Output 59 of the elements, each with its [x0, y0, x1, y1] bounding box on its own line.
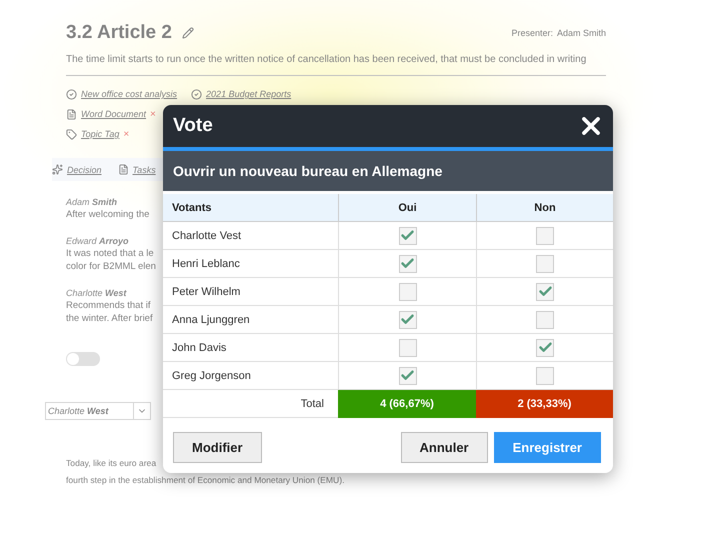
paragraph-text: Today, like its euro area — [66, 458, 156, 468]
vote-checkbox[interactable] — [536, 366, 554, 384]
modify-button[interactable]: Modifier — [173, 432, 262, 463]
vote-checkbox[interactable] — [536, 310, 554, 328]
remove-icon[interactable]: × — [150, 108, 156, 120]
vote-total: 2 (33,33%) — [476, 390, 613, 418]
comment-author: Edward Arroyo — [66, 236, 129, 246]
author-dropdown[interactable]: Charlotte West — [45, 402, 151, 420]
dialog-title: Vote — [173, 115, 213, 137]
voter-name: Charlotte Vest — [163, 222, 338, 250]
vote-checkbox[interactable] — [536, 226, 554, 244]
column-header: Non — [476, 194, 613, 222]
check-circle-icon — [66, 88, 77, 100]
section-link[interactable]: Decision — [67, 164, 102, 174]
attachment-link[interactable]: Word Document — [81, 109, 146, 119]
vote-question: Ouvrir un nouveau bureau en Allemagne — [163, 151, 613, 191]
vote-checkbox[interactable] — [398, 310, 416, 328]
presenter-name: Adam Smith — [556, 28, 606, 38]
sparkle-icon — [52, 164, 63, 175]
presenter-label: Presenter: — [511, 28, 553, 38]
vote-checkbox[interactable] — [398, 282, 416, 300]
vote-checkbox[interactable] — [536, 338, 554, 356]
comment-text: color for B2MML elen — [66, 261, 156, 272]
column-header: Oui — [338, 194, 476, 222]
comment-text: It was noted that a le — [66, 248, 154, 259]
toggle-switch[interactable] — [66, 352, 100, 366]
voter-name: John Davis — [163, 334, 338, 362]
vote-total: 4 (66,67%) — [338, 390, 476, 418]
vote-checkbox[interactable] — [398, 338, 416, 356]
voter-name: Henri Leblanc — [163, 250, 338, 278]
save-button[interactable]: Enregistrer — [494, 432, 601, 463]
vote-checkbox[interactable] — [536, 254, 554, 272]
comment-text: Recommends that if — [66, 300, 150, 311]
tag-icon — [66, 128, 77, 140]
column-header: Votants — [163, 194, 338, 222]
voter-name: Peter Wilhelm — [163, 278, 338, 306]
document-icon — [118, 164, 129, 175]
description-text: The time limit starts to run once the written notice of cancellation has been received, that must be concluded in writing — [66, 54, 586, 65]
edit-icon[interactable] — [182, 27, 194, 39]
section-heading: 3.2 Article 2 — [66, 22, 172, 44]
comment-text: the winter. After brief — [66, 313, 153, 324]
voter-name: Greg Jorgenson — [163, 362, 338, 390]
comment-text: After welcoming the — [66, 209, 150, 220]
paragraph-text: fourth step in the establishment of Economic and Monetary Union (EMU). — [66, 475, 344, 485]
vote-checkbox[interactable] — [398, 254, 416, 272]
vote-checkbox[interactable] — [536, 282, 554, 300]
check-circle-icon — [191, 88, 202, 100]
attachment-link[interactable]: Topic Tag — [81, 129, 120, 139]
vote-checkbox[interactable] — [398, 366, 416, 384]
voter-name: Anna Ljunggren — [163, 306, 338, 334]
comment-author: Adam Smith — [66, 197, 118, 207]
remove-icon[interactable]: × — [123, 128, 130, 140]
document-icon — [66, 108, 77, 120]
comment-author: Charlotte West — [66, 288, 126, 298]
cancel-button[interactable]: Annuler — [400, 432, 488, 463]
vote-checkbox[interactable] — [398, 226, 416, 244]
linked-item[interactable]: New office cost analysis — [81, 89, 178, 99]
section-link[interactable]: Tasks — [132, 164, 156, 174]
linked-item[interactable]: 2021 Budget Reports — [206, 89, 292, 99]
